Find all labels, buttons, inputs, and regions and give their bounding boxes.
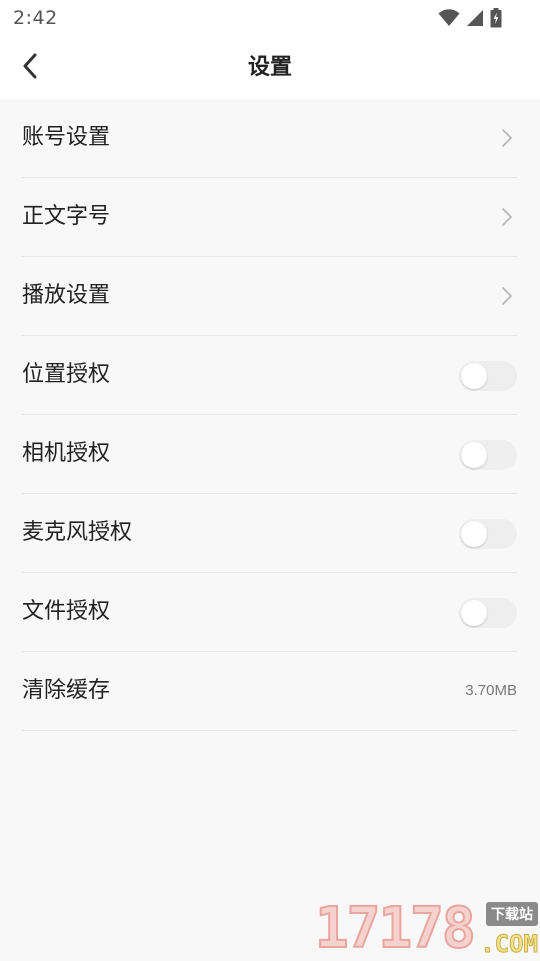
status-bar: 2:42 xyxy=(0,0,540,36)
chevron-right-icon xyxy=(501,286,513,306)
chevron-left-icon xyxy=(22,53,38,83)
settings-row-playback[interactable]: 播放设置 xyxy=(22,257,517,336)
page-title: 设置 xyxy=(247,55,292,80)
file-permission-toggle[interactable] xyxy=(459,598,517,628)
toggle-knob xyxy=(461,363,487,389)
chevron-right-icon xyxy=(501,128,513,148)
toggle-knob xyxy=(461,442,487,468)
toggle-knob xyxy=(461,600,487,626)
watermark-domain: .COM xyxy=(480,930,539,959)
watermark-logo: 17178 下载站 .COM xyxy=(314,896,540,961)
status-time: 2:42 xyxy=(13,7,58,29)
settings-row-label: 清除缓存 xyxy=(22,678,111,703)
settings-row-label: 正文字号 xyxy=(22,204,111,229)
settings-row-location-permission: 位置授权 xyxy=(22,336,517,415)
settings-row-font-size[interactable]: 正文字号 xyxy=(22,178,517,257)
settings-row-label: 账号设置 xyxy=(22,125,111,150)
settings-row-label: 文件授权 xyxy=(22,599,111,624)
cell-signal-icon xyxy=(466,9,484,27)
cache-size-value: 3.70MB xyxy=(465,682,517,699)
battery-charging-icon xyxy=(490,8,502,28)
status-icons xyxy=(438,8,502,28)
settings-list: 账号设置 正文字号 播放设置 位置授权 相机授权 麦克风授权 文件授权 清除缓存… xyxy=(22,99,517,731)
back-button[interactable] xyxy=(10,48,50,88)
settings-row-label: 相机授权 xyxy=(22,441,111,466)
watermark-number: 17178 xyxy=(314,896,477,961)
settings-row-microphone-permission: 麦克风授权 xyxy=(22,494,517,573)
app-header: 设置 xyxy=(0,36,540,99)
wifi-icon xyxy=(438,9,460,27)
settings-row-account[interactable]: 账号设置 xyxy=(22,99,517,178)
chevron-right-icon xyxy=(501,207,513,227)
settings-row-label: 播放设置 xyxy=(22,283,111,308)
settings-row-clear-cache[interactable]: 清除缓存 3.70MB xyxy=(22,652,517,731)
watermark-tag: 下载站 xyxy=(486,902,538,926)
settings-row-camera-permission: 相机授权 xyxy=(22,415,517,494)
toggle-knob xyxy=(461,521,487,547)
camera-permission-toggle[interactable] xyxy=(459,440,517,470)
location-permission-toggle[interactable] xyxy=(459,361,517,391)
settings-row-file-permission: 文件授权 xyxy=(22,573,517,652)
settings-row-label: 位置授权 xyxy=(22,362,111,387)
settings-row-label: 麦克风授权 xyxy=(22,520,133,545)
microphone-permission-toggle[interactable] xyxy=(459,519,517,549)
